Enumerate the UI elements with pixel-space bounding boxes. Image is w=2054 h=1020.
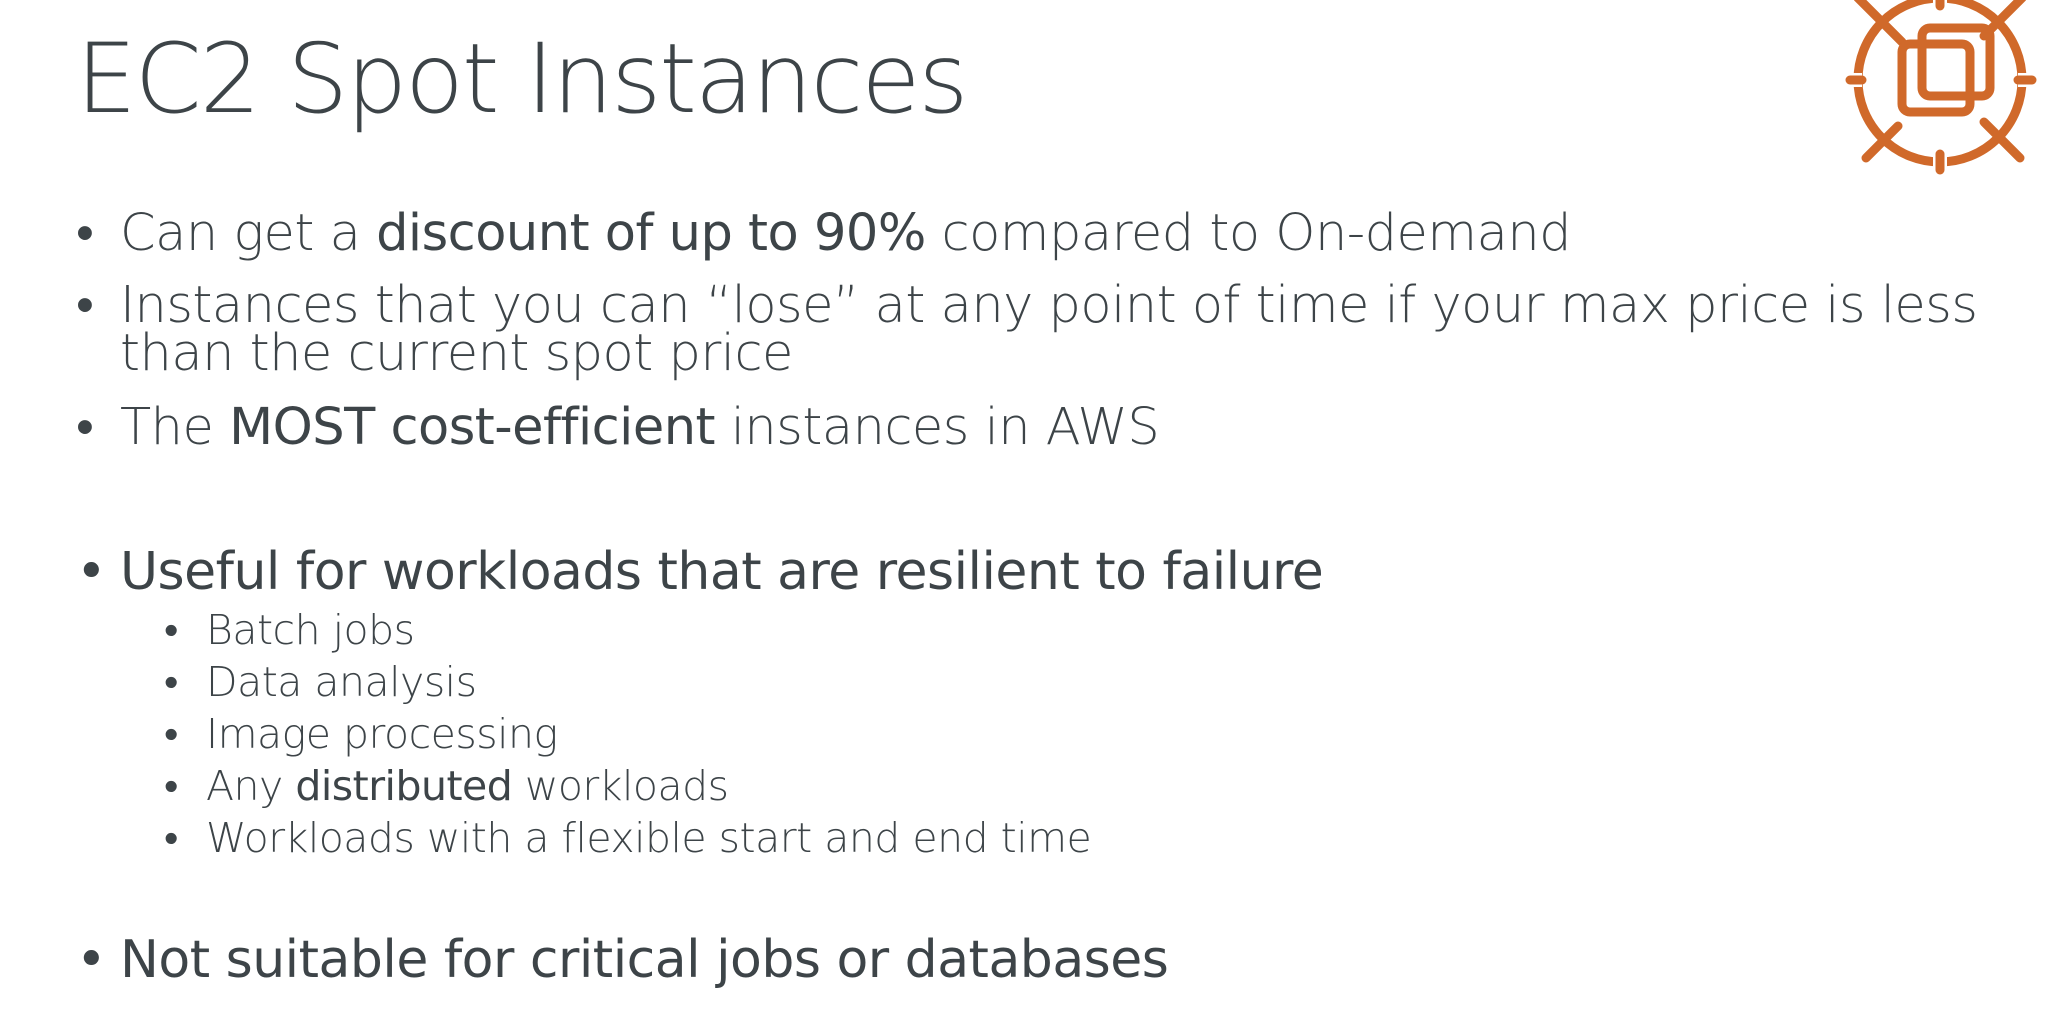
- bullet-cost-efficient-pre: The: [120, 398, 230, 457]
- sub-bullet-data-analysis-text: Data analysis: [206, 658, 477, 706]
- sub-bullet-distributed: Any distributed workloads: [164, 764, 729, 808]
- bullet-discount-bold: discount of up to 90%: [376, 204, 926, 263]
- sub-bullet-flexible-time-text: Workloads with a flexible start and end …: [206, 814, 1092, 862]
- bullet-cost-efficient: The MOST cost-efficient instances in AWS: [76, 402, 1160, 453]
- bullet-discount-pre: Can get a: [120, 204, 377, 263]
- slide-title: EC2 Spot Instances: [76, 23, 968, 135]
- bullet-cost-efficient-post: instances in AWS: [715, 398, 1160, 457]
- sub-bullet-data-analysis: Data analysis: [164, 658, 477, 706]
- sub-bullet-distributed-post: workloads: [512, 762, 729, 810]
- bullet-useful-workloads-text: Useful for workloads that are resilient …: [120, 542, 1324, 602]
- bullet-discount: Can get a discount of up to 90% compared…: [76, 208, 1572, 259]
- sub-bullet-image-processing-text: Image processing: [206, 710, 558, 758]
- bullet-not-suitable: Not suitable for critical jobs or databa…: [76, 934, 1169, 986]
- bullet-not-suitable-text: Not suitable for critical jobs or databa…: [120, 930, 1169, 990]
- bullet-useful-workloads: Useful for workloads that are resilient …: [76, 546, 1324, 598]
- sub-bullet-distributed-bold: distributed: [295, 762, 513, 810]
- sub-bullet-batch-jobs: Batch jobs: [164, 606, 415, 654]
- bullet-lose-instances: Instances that you can “lose” at any poi…: [76, 280, 2020, 379]
- bullet-discount-post: compared to On-demand: [925, 204, 1572, 263]
- sub-bullet-batch-jobs-text: Batch jobs: [206, 606, 415, 654]
- bullet-cost-efficient-bold: MOST cost-efficient: [229, 398, 716, 457]
- sub-bullet-image-processing: Image processing: [164, 712, 558, 756]
- bullet-lose-instances-text: Instances that you can “lose” at any poi…: [120, 276, 1978, 383]
- sub-bullet-flexible-time: Workloads with a flexible start and end …: [164, 814, 1092, 862]
- ec2-spot-instance-icon: [1845, 0, 2037, 175]
- sub-bullet-distributed-pre: Any: [206, 762, 296, 810]
- slide: EC2 Spot Instances Can get a discount of…: [0, 0, 2054, 1020]
